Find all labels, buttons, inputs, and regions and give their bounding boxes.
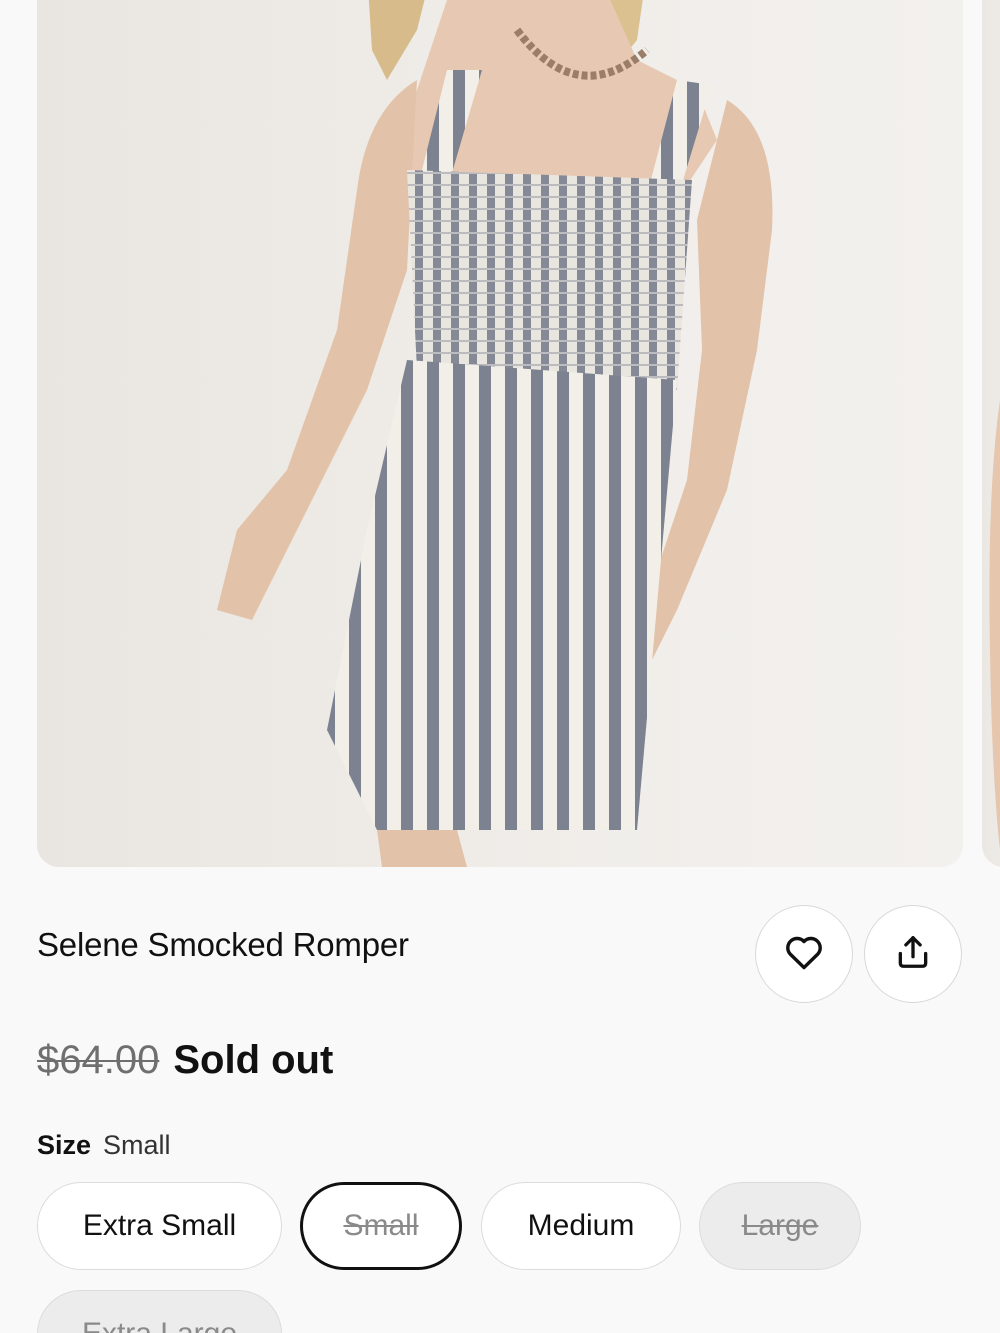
size-option-medium[interactable]: Medium [481, 1182, 681, 1270]
image-gallery[interactable] [0, 0, 1000, 868]
size-option-extra-small[interactable]: Extra Small [37, 1182, 282, 1270]
share-button[interactable] [864, 905, 962, 1003]
heart-outline-icon [784, 934, 824, 975]
size-option-small[interactable]: Small [300, 1182, 462, 1270]
size-option-extra-large[interactable]: Extra Large [37, 1290, 282, 1333]
size-label: Size [37, 1130, 92, 1160]
next-product-photo[interactable] [982, 0, 1000, 867]
stock-status: Sold out [173, 1038, 334, 1082]
product-photo[interactable] [37, 0, 963, 867]
share-upload-icon [894, 933, 932, 976]
price-row: $64.00 Sold out [37, 1038, 333, 1083]
size-option-large[interactable]: Large [699, 1182, 861, 1270]
original-price: $64.00 [37, 1038, 160, 1082]
size-header: Size Small [37, 1130, 171, 1161]
selected-size: Small [103, 1130, 171, 1160]
favorite-button[interactable] [755, 905, 853, 1003]
product-title: Selene Smocked Romper [37, 926, 409, 963]
